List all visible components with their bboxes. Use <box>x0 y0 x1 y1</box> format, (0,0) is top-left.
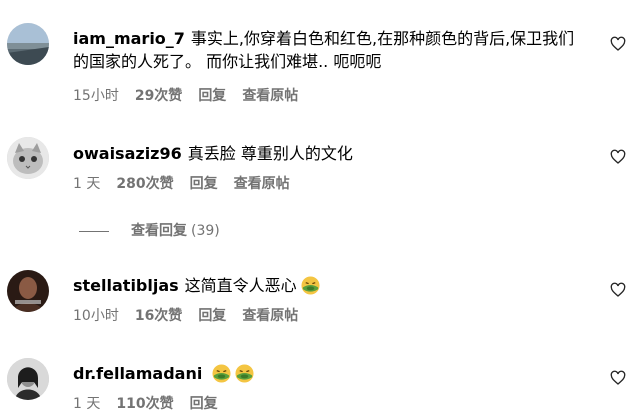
comment-text: 真丢脸 尊重别人的文化 <box>187 144 353 163</box>
nauseated-face-emoji <box>301 276 320 295</box>
comment-username[interactable]: stellatibljas <box>73 276 179 295</box>
comment-username[interactable]: dr.fellamadani <box>73 364 202 383</box>
comment-meta: 10小时 16次赞 回复 查看原帖 <box>73 306 314 326</box>
comment-username[interactable]: iam_mario_7 <box>73 29 185 48</box>
comment-meta: 1 天 280次赞 回复 查看原帖 <box>73 174 306 194</box>
comment-time[interactable]: 1 天 <box>73 396 100 412</box>
reply-button[interactable]: 回复 <box>198 308 226 324</box>
comment-text-block: owaisaziz96 真丢脸 尊重别人的文化 <box>73 142 580 165</box>
reply-button[interactable]: 回复 <box>190 396 218 412</box>
comment-time[interactable]: 15小时 <box>73 88 119 104</box>
comment-text-block: stellatibljas 这简直令人恶心 <box>73 274 580 297</box>
heart-icon[interactable] <box>610 36 626 52</box>
heart-icon[interactable] <box>610 149 626 165</box>
comment-meta: 1 天 110次赞 回复 <box>73 394 234 414</box>
heart-icon[interactable] <box>610 282 626 298</box>
view-original-button[interactable]: 查看原帖 <box>242 88 298 104</box>
view-replies-button[interactable]: 查看回复 (39) <box>79 221 220 241</box>
avatar[interactable] <box>7 358 49 400</box>
view-original-button[interactable]: 查看原帖 <box>234 176 290 192</box>
view-original-button[interactable]: 查看原帖 <box>242 308 298 324</box>
avatar[interactable] <box>7 137 49 179</box>
comment-username[interactable]: owaisaziz96 <box>73 144 182 163</box>
nauseated-face-emoji <box>212 364 231 383</box>
comment-text-block: dr.fellamadani <box>73 362 580 385</box>
comment-likes[interactable]: 280次赞 <box>116 176 173 192</box>
comment-likes[interactable]: 29次赞 <box>135 88 182 104</box>
divider-line <box>79 230 109 232</box>
view-replies-count: (39) <box>191 223 220 239</box>
avatar[interactable] <box>7 23 49 65</box>
comment-meta: 15小时 29次赞 回复 查看原帖 <box>73 86 314 106</box>
reply-button[interactable]: 回复 <box>190 176 218 192</box>
comment-likes[interactable]: 110次赞 <box>116 396 173 412</box>
comment-text: 这简直令人恶心 <box>184 276 297 295</box>
nauseated-face-emoji <box>235 364 254 383</box>
reply-button[interactable]: 回复 <box>198 88 226 104</box>
comment-text-block: iam_mario_7 事实上,你穿着白色和红色,在那种颜色的背后,保卫我们的国家… <box>73 27 580 73</box>
view-replies-label: 查看回复 <box>131 223 187 239</box>
avatar[interactable] <box>7 270 49 312</box>
comment-time[interactable]: 1 天 <box>73 176 100 192</box>
heart-icon[interactable] <box>610 370 626 386</box>
comment-time[interactable]: 10小时 <box>73 308 119 324</box>
comment-likes[interactable]: 16次赞 <box>135 308 182 324</box>
